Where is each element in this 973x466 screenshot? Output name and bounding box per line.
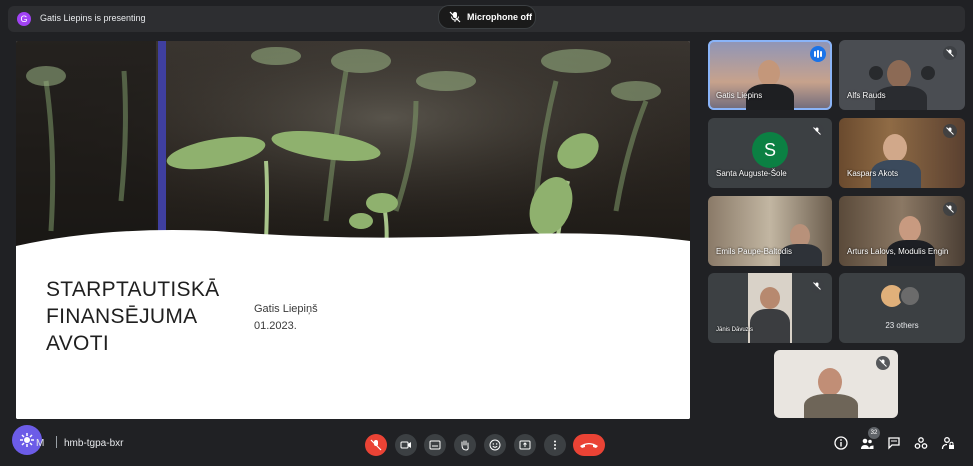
hang-up-icon (580, 443, 598, 448)
divider (56, 436, 57, 448)
participant-tile[interactable]: Jānis Dāvuzis (708, 273, 832, 343)
others-tile[interactable]: 23 others (839, 273, 965, 343)
activities-button[interactable] (914, 436, 930, 452)
activities-icon (914, 437, 928, 449)
remove-icon[interactable] (921, 66, 935, 80)
slide-author: Gatis Liepiņš (254, 303, 318, 315)
self-view-tile[interactable] (774, 350, 898, 418)
mic-off-icon (810, 279, 824, 293)
participant-tile[interactable]: S Santa Auguste-Šole (708, 118, 832, 188)
participant-name: Arturs Lalovs, Modulis Engin (847, 247, 949, 256)
participant-name: Jānis Dāvuzis (716, 327, 754, 333)
participant-name: Kaspars Akots (847, 169, 899, 178)
pin-icon[interactable] (869, 66, 883, 80)
captions-button[interactable] (424, 434, 446, 456)
participant-avatar: S (752, 132, 788, 168)
captions-icon (429, 440, 441, 450)
microphone-button[interactable] (365, 434, 387, 456)
microphone-status: Microphone off (438, 5, 536, 29)
leave-call-button[interactable] (573, 434, 605, 456)
mic-off-icon (943, 124, 957, 138)
meeting-code: hmb-tgpa-bxr (64, 438, 124, 449)
slide-title-line: STARPTAUTISKĀ (46, 278, 220, 301)
mic-off-icon (943, 46, 957, 60)
reactions-button[interactable] (484, 434, 506, 456)
raise-hand-button[interactable] (454, 434, 476, 456)
camera-icon (400, 441, 411, 449)
host-controls-button[interactable] (941, 436, 957, 452)
mic-off-icon (943, 202, 957, 216)
present-icon (519, 440, 531, 450)
microphone-status-label: Microphone off (467, 12, 532, 22)
meeting-info-button[interactable] (834, 436, 850, 452)
slide-date: 01.2023. (254, 320, 297, 332)
emoji-icon (489, 439, 501, 451)
participant-name: Alfs Rauds (847, 91, 886, 100)
chat-button[interactable] (887, 436, 903, 452)
chat-icon (888, 437, 900, 450)
more-options-button[interactable] (544, 434, 566, 456)
mic-off-icon (370, 439, 382, 451)
mic-off-icon (810, 124, 824, 138)
participant-tile[interactable]: Emils Paupe-Baltodis (708, 196, 832, 266)
participant-tile[interactable]: Arturs Lalovs, Modulis Engin (839, 196, 965, 266)
seedlings-photo (16, 41, 690, 419)
others-count: 23 others (885, 321, 919, 330)
people-count-badge: 32 (868, 427, 880, 439)
mic-off-icon (876, 356, 890, 370)
presenter-avatar: G (17, 12, 31, 26)
slide-title: STARPTAUTISKĀ FINANSĒJUMA AVOTI (46, 276, 219, 357)
participant-name: Gatis Liepins (716, 91, 763, 100)
speaking-indicator-icon (810, 46, 826, 62)
mic-off-icon (449, 11, 461, 23)
participant-video (748, 273, 792, 343)
info-icon (834, 436, 848, 450)
participant-name: Santa Auguste-Šole (716, 169, 787, 178)
participant-name: Emils Paupe-Baltodis (716, 247, 793, 256)
present-button[interactable] (514, 434, 536, 456)
hand-icon (461, 440, 469, 451)
participant-tile[interactable]: Gatis Liepins (708, 40, 832, 110)
participant-tile[interactable]: Alfs Rauds (839, 40, 965, 110)
more-icon (554, 440, 556, 450)
meeting-time: M (36, 438, 45, 449)
slide-title-line: FINANSĒJUMA (46, 305, 198, 328)
presenting-text: Gatis Liepins is presenting (40, 13, 146, 23)
slide-title-line: AVOTI (46, 332, 109, 355)
lock-person-icon (941, 437, 954, 450)
participant-tile[interactable]: Kaspars Akots (839, 118, 965, 188)
presentation-slide[interactable]: STARPTAUTISKĀ FINANSĒJUMA AVOTI Gatis Li… (16, 41, 690, 419)
others-avatar (899, 285, 921, 307)
camera-button[interactable] (395, 434, 417, 456)
slide-author-block: Gatis Liepiņš 01.2023. (254, 301, 318, 335)
